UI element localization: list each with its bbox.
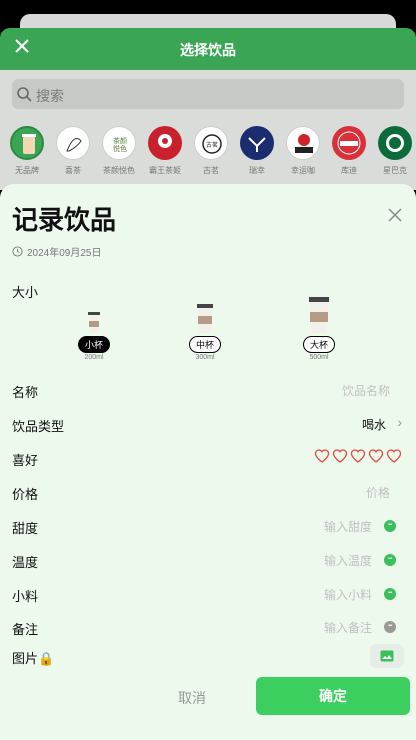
cancel-button[interactable]: 取消 xyxy=(178,688,206,708)
chevron-right-icon: › xyxy=(397,414,402,430)
name-label: 名称 xyxy=(12,385,39,400)
brand-item[interactable]: 茶颜 悦色 茶颜悦色 xyxy=(92,122,138,182)
brand-item[interactable]: 霸王茶姬 xyxy=(138,122,184,182)
size-label: 大小 xyxy=(12,285,39,300)
brand-logo xyxy=(286,126,320,160)
price-input[interactable]: 价格 xyxy=(366,484,390,501)
more-icon[interactable] xyxy=(384,553,396,566)
name-row[interactable]: 名称 饮品名称 xyxy=(0,376,416,406)
brand-logo: 古茗 xyxy=(194,126,228,160)
heart-icon[interactable] xyxy=(332,448,348,464)
rating-hearts xyxy=(314,448,402,464)
brand-list: 无品牌 喜茶 茶颜 悦色 茶颜悦色 霸王茶姬 古茗 古茗 瑞幸 幸运咖 库迪 星… xyxy=(0,122,416,182)
toppings-row[interactable]: 小料 输入小料 xyxy=(0,580,416,610)
search-icon xyxy=(17,87,32,102)
picker-title: 选择饮品 xyxy=(180,42,236,58)
image-label: 图片🔒 xyxy=(12,651,55,666)
type-label: 饮品类型 xyxy=(12,419,65,434)
rating-row: 喜好 xyxy=(0,444,416,474)
name-input[interactable]: 饮品名称 xyxy=(342,382,390,399)
size-pill: 小杯 xyxy=(77,336,110,353)
more-icon[interactable] xyxy=(384,519,396,532)
price-row[interactable]: 价格 价格 xyxy=(0,478,416,508)
brand-logo: 茶颜 悦色 xyxy=(102,126,136,160)
note-label: 备注 xyxy=(12,622,39,637)
temperature-input[interactable]: 输入温度 xyxy=(324,552,372,569)
size-pill: 中杯 xyxy=(188,336,221,353)
add-image-button[interactable] xyxy=(370,644,404,668)
brand-item[interactable]: 库迪 xyxy=(322,122,368,182)
image-icon xyxy=(380,650,394,662)
brand-logo xyxy=(56,126,90,160)
brand-item[interactable]: 瑞幸 xyxy=(230,122,276,182)
size-option-medium[interactable]: 中杯 300ml xyxy=(180,304,230,361)
image-row: 图片🔒 xyxy=(0,642,416,672)
size-option-large[interactable]: 大杯 500ml xyxy=(294,297,344,361)
toppings-label: 小料 xyxy=(12,589,39,604)
sweetness-label: 甜度 xyxy=(12,521,39,536)
brand-item[interactable]: 幸运咖 xyxy=(276,122,322,182)
brand-item[interactable]: 无品牌 xyxy=(0,122,46,182)
cup-icon xyxy=(309,297,329,333)
more-icon[interactable] xyxy=(384,620,396,633)
brand-item[interactable]: 星巴克 xyxy=(368,122,414,182)
rating-label: 喜好 xyxy=(12,453,39,468)
brand-item[interactable]: 古茗 古茗 xyxy=(184,122,230,182)
sheet-title: 记录饮品 xyxy=(12,205,117,235)
brand-logo xyxy=(240,126,274,160)
brand-name: 星巴克 xyxy=(383,166,407,175)
more-icon[interactable] xyxy=(384,587,396,600)
date-text: 2024年09月25日 xyxy=(27,248,102,259)
heart-icon[interactable] xyxy=(314,448,330,464)
search-input[interactable]: 搜索 xyxy=(12,79,404,109)
sweetness-row[interactable]: 甜度 输入甜度 xyxy=(0,512,416,542)
heart-icon[interactable] xyxy=(350,448,366,464)
toppings-input[interactable]: 输入小料 xyxy=(324,586,372,603)
date-row[interactable]: 2024年09月25日 xyxy=(12,244,102,259)
price-label: 价格 xyxy=(12,487,39,502)
brand-logo xyxy=(378,126,412,160)
svg-text:茶颜: 茶颜 xyxy=(113,136,127,145)
sweetness-input[interactable]: 输入甜度 xyxy=(324,518,372,535)
picker-header: 选择饮品 xyxy=(0,28,416,70)
search-placeholder: 搜索 xyxy=(36,88,64,104)
clock-icon xyxy=(12,246,23,257)
record-drink-sheet: 记录饮品 2024年09月25日 大小 小杯 200ml 中杯 300ml 大杯… xyxy=(0,184,416,740)
note-row[interactable]: 备注 输入备注 xyxy=(0,613,416,643)
brand-logo xyxy=(332,126,366,160)
brand-logo xyxy=(148,126,182,160)
note-input[interactable]: 输入备注 xyxy=(324,619,372,636)
svg-text:古茗: 古茗 xyxy=(206,141,218,149)
size-ml: 300ml xyxy=(195,354,215,361)
svg-text:悦色: 悦色 xyxy=(113,144,127,153)
size-ml: 200ml xyxy=(84,354,104,361)
confirm-button[interactable]: 确定 xyxy=(256,677,410,715)
type-value: 喝水 xyxy=(361,418,386,432)
cup-icon xyxy=(88,312,100,333)
size-ml: 500ml xyxy=(309,354,329,361)
brand-logo xyxy=(10,126,44,160)
temperature-label: 温度 xyxy=(12,555,39,570)
size-pill: 大杯 xyxy=(302,336,335,353)
heart-icon[interactable] xyxy=(368,448,384,464)
close-icon[interactable] xyxy=(388,208,402,222)
cup-icon xyxy=(197,304,213,333)
heart-icon[interactable] xyxy=(386,448,402,464)
type-row[interactable]: 饮品类型 喝水 › xyxy=(0,410,416,440)
size-option-small[interactable]: 小杯 200ml xyxy=(69,312,119,361)
temperature-row[interactable]: 温度 输入温度 xyxy=(0,546,416,576)
brand-item[interactable]: 喜茶 xyxy=(46,122,92,182)
